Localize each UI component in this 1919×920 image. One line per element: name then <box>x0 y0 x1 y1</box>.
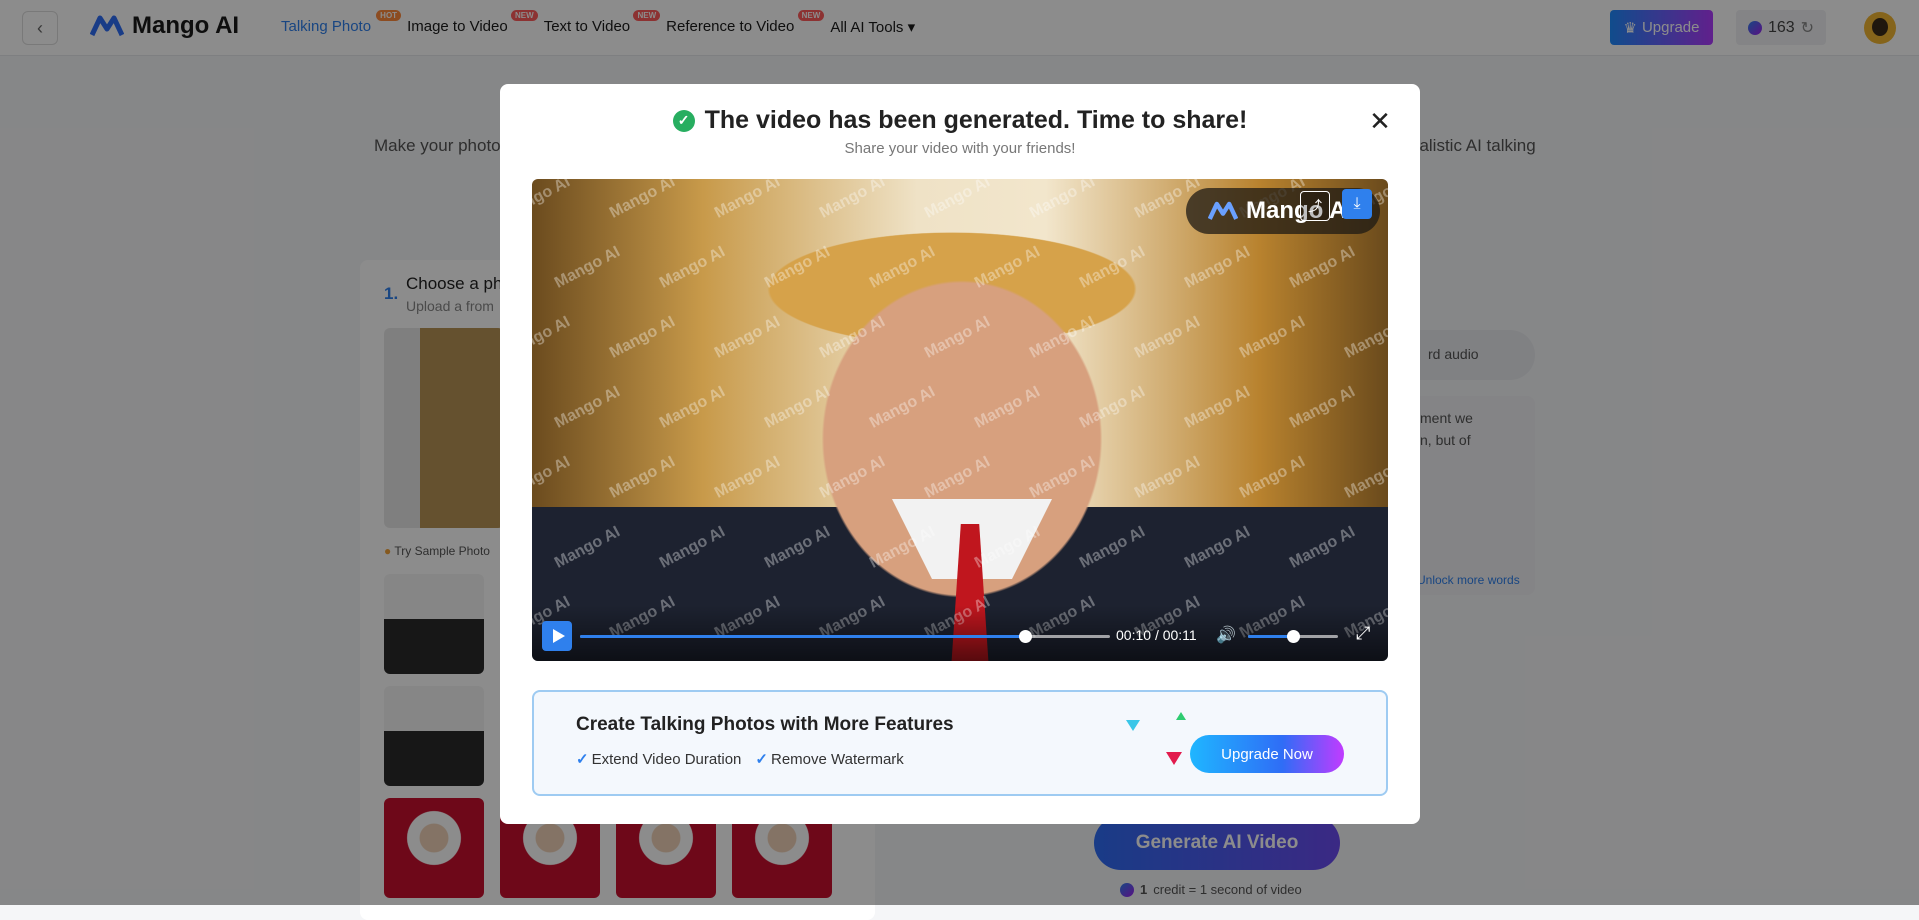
watermark-text: Mango AI <box>1076 243 1148 292</box>
progress-fill <box>580 635 1026 638</box>
watermark-text: Mango AI <box>656 243 728 292</box>
watermark-text: Mango AI <box>1236 313 1308 362</box>
watermark-text: Mango AI <box>1286 523 1358 572</box>
modal-subtitle: Share your video with your friends! <box>844 140 1076 157</box>
watermark-text: Mango AI <box>606 179 678 222</box>
current-time: 00:10 <box>1116 627 1152 643</box>
upgrade-now-button[interactable]: Upgrade Now <box>1190 735 1344 773</box>
modal-title-text: The video has been generated. Time to sh… <box>704 106 1248 134</box>
watermark-text: Mango AI <box>551 243 623 292</box>
volume-handle[interactable] <box>1287 630 1300 643</box>
promo-features: ✓ Extend Video Duration ✓ Remove Watermark <box>576 750 904 768</box>
play-button[interactable] <box>542 621 572 651</box>
watermark-text: Mango AI <box>532 179 573 222</box>
watermark-text: Mango AI <box>1341 453 1388 502</box>
volume-icon[interactable]: 🔊 <box>1216 625 1236 645</box>
watermark-text: Mango AI <box>1181 383 1253 432</box>
upgrade-promo: Create Talking Photos with More Features… <box>532 690 1388 796</box>
watermark-text: Mango AI <box>866 383 938 432</box>
watermark-text: Mango AI <box>1131 313 1203 362</box>
confetti-icon <box>1126 720 1140 731</box>
video-player[interactable]: Mango AI Mango AI Mango AI Mango AI Mango AI… <box>532 179 1388 661</box>
watermark-text: Mango AI <box>971 383 1043 432</box>
watermark-text: Mango AI <box>761 243 833 292</box>
watermark-text: Mango AI <box>1076 383 1148 432</box>
promo-feature: ✓ Extend Video Duration <box>576 750 741 768</box>
progress-bar[interactable] <box>580 630 1110 643</box>
check-circle-icon: ✓ <box>672 109 695 132</box>
watermark-text: Mango AI <box>606 453 678 502</box>
watermark-text: Mango AI <box>1181 243 1253 292</box>
share-icon[interactable]: ⤴ <box>1300 191 1330 221</box>
close-icon[interactable]: ✕ <box>1368 108 1392 134</box>
watermark-text: Mango AI <box>921 453 993 502</box>
watermark-text: Mango AI <box>656 523 728 572</box>
download-icon[interactable]: ⤓ <box>1342 189 1372 219</box>
mango-logo-icon <box>1208 201 1238 220</box>
watermark-text: Mango AI <box>1026 179 1098 222</box>
watermark-text: Mango AI <box>1236 453 1308 502</box>
watermark-text: Mango AI <box>1131 453 1203 502</box>
watermark-text: Mango AI <box>532 313 573 362</box>
watermark-text: Mango AI <box>1076 523 1148 572</box>
time-separator: / <box>1154 627 1159 643</box>
watermark-text: Mango AI <box>866 243 938 292</box>
confetti-icon <box>1166 752 1182 765</box>
watermark-text: Mango AI <box>1341 313 1388 362</box>
watermark-text: Mango AI <box>551 383 623 432</box>
watermark-text: Mango AI <box>711 453 783 502</box>
watermark-text: Mango AI <box>606 313 678 362</box>
watermark-text: Mango AI <box>816 313 888 362</box>
time-display: 00:10 / 00:11 <box>1116 627 1197 643</box>
video-controls: 00:10 / 00:11 🔊 ⤢ <box>532 605 1388 661</box>
watermark-text: Mango AI <box>711 313 783 362</box>
watermark-text: Mango AI <box>816 179 888 222</box>
check-icon: ✓ <box>576 751 589 768</box>
watermark-text: Mango AI <box>816 453 888 502</box>
watermark-text: Mango AI <box>921 313 993 362</box>
modal-title: ✓ The video has been generated. Time to … <box>500 106 1420 135</box>
duration: 00:11 <box>1162 627 1197 643</box>
watermark-text: Mango AI <box>1026 453 1098 502</box>
watermark-text: Mango AI <box>921 179 993 222</box>
confetti-icon <box>1176 712 1186 720</box>
watermark-text: Mango AI <box>761 383 833 432</box>
watermark-text: Mango AI <box>532 453 573 502</box>
promo-feature: ✓ Remove Watermark <box>755 750 903 768</box>
watermark-text: Mango AI <box>1286 383 1358 432</box>
watermark-text: Mango AI <box>1026 313 1098 362</box>
feature-label: Remove Watermark <box>770 751 904 768</box>
video-generated-modal: ✓ The video has been generated. Time to … <box>500 84 1420 824</box>
watermark-text: Mango AI <box>551 523 623 572</box>
watermark-text: Mango AI <box>1181 523 1253 572</box>
watermark-text: Mango AI <box>1286 243 1358 292</box>
progress-handle[interactable] <box>1019 630 1033 643</box>
check-icon: ✓ <box>755 751 768 768</box>
watermark-text: Mango AI <box>971 243 1043 292</box>
watermark-text: Mango AI <box>656 383 728 432</box>
watermark-text: Mango AI <box>761 523 833 572</box>
promo-title: Create Talking Photos with More Features <box>576 714 954 735</box>
feature-label: Extend Video Duration <box>591 751 742 768</box>
watermark-text: Mango AI <box>711 179 783 222</box>
volume-slider[interactable] <box>1248 630 1338 643</box>
fullscreen-icon[interactable]: ⤢ <box>1356 623 1370 644</box>
